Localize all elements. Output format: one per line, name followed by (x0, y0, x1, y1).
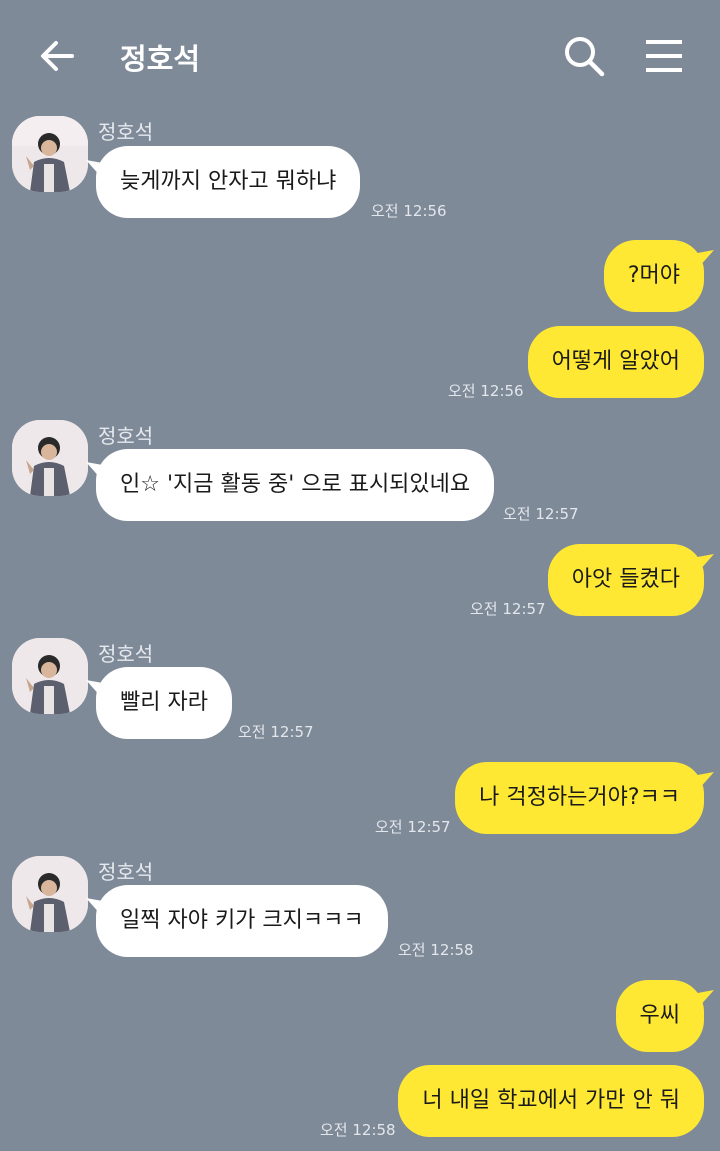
outgoing-message-bubble[interactable]: 너 내일 학교에서 가만 안 둬 (398, 1065, 704, 1137)
message-timestamp: 오전 12:56 (371, 202, 447, 220)
outgoing-message-bubble[interactable]: 우씨 (615, 980, 704, 1052)
message-timestamp: 오전 12:58 (398, 941, 474, 959)
profile-photo (12, 116, 88, 192)
incoming-message-bubble[interactable]: 일찍 자야 키가 크지ㅋㅋㅋ (96, 885, 388, 957)
menu-button[interactable] (642, 36, 686, 76)
search-button[interactable] (562, 34, 606, 78)
incoming-message-bubble[interactable]: 인☆ '지금 활동 중' 으로 표시되있네요 (96, 449, 495, 521)
arrow-left-icon (41, 41, 74, 71)
search-icon (565, 37, 605, 77)
message-timestamp: 오전 12:58 (320, 1121, 396, 1139)
outgoing-message-bubble[interactable]: 아앗 들켰다 (547, 544, 704, 616)
sender-name: 정호석 (98, 860, 154, 884)
avatar[interactable] (12, 420, 88, 496)
outgoing-message-bubble[interactable]: 어떻게 알았어 (527, 326, 704, 398)
outgoing-message-bubble[interactable]: 나 걱정하는거야?ㅋㅋ (455, 762, 704, 834)
sender-name: 정호석 (98, 120, 154, 144)
message-timestamp: 오전 12:56 (448, 382, 524, 400)
incoming-message-bubble[interactable]: 늦게까지 안자고 뭐하냐 (96, 146, 361, 218)
sender-name: 정호석 (98, 424, 154, 448)
profile-photo (12, 420, 88, 496)
message-timestamp: 오전 12:57 (375, 818, 451, 836)
profile-photo (12, 856, 88, 932)
message-timestamp: 오전 12:57 (238, 723, 314, 741)
back-button[interactable] (38, 36, 78, 76)
outgoing-message-bubble[interactable]: ?머야 (603, 240, 704, 312)
hamburger-menu-icon (646, 40, 682, 72)
avatar[interactable] (12, 638, 88, 714)
message-timestamp: 오전 12:57 (503, 505, 579, 523)
chat-header: 정호석 (0, 0, 720, 110)
chat-title: 정호석 (120, 42, 201, 76)
avatar[interactable] (12, 116, 88, 192)
profile-photo (12, 638, 88, 714)
incoming-message-bubble[interactable]: 빨리 자라 (96, 667, 232, 739)
avatar[interactable] (12, 856, 88, 932)
sender-name: 정호석 (98, 642, 154, 666)
message-timestamp: 오전 12:57 (470, 600, 546, 618)
